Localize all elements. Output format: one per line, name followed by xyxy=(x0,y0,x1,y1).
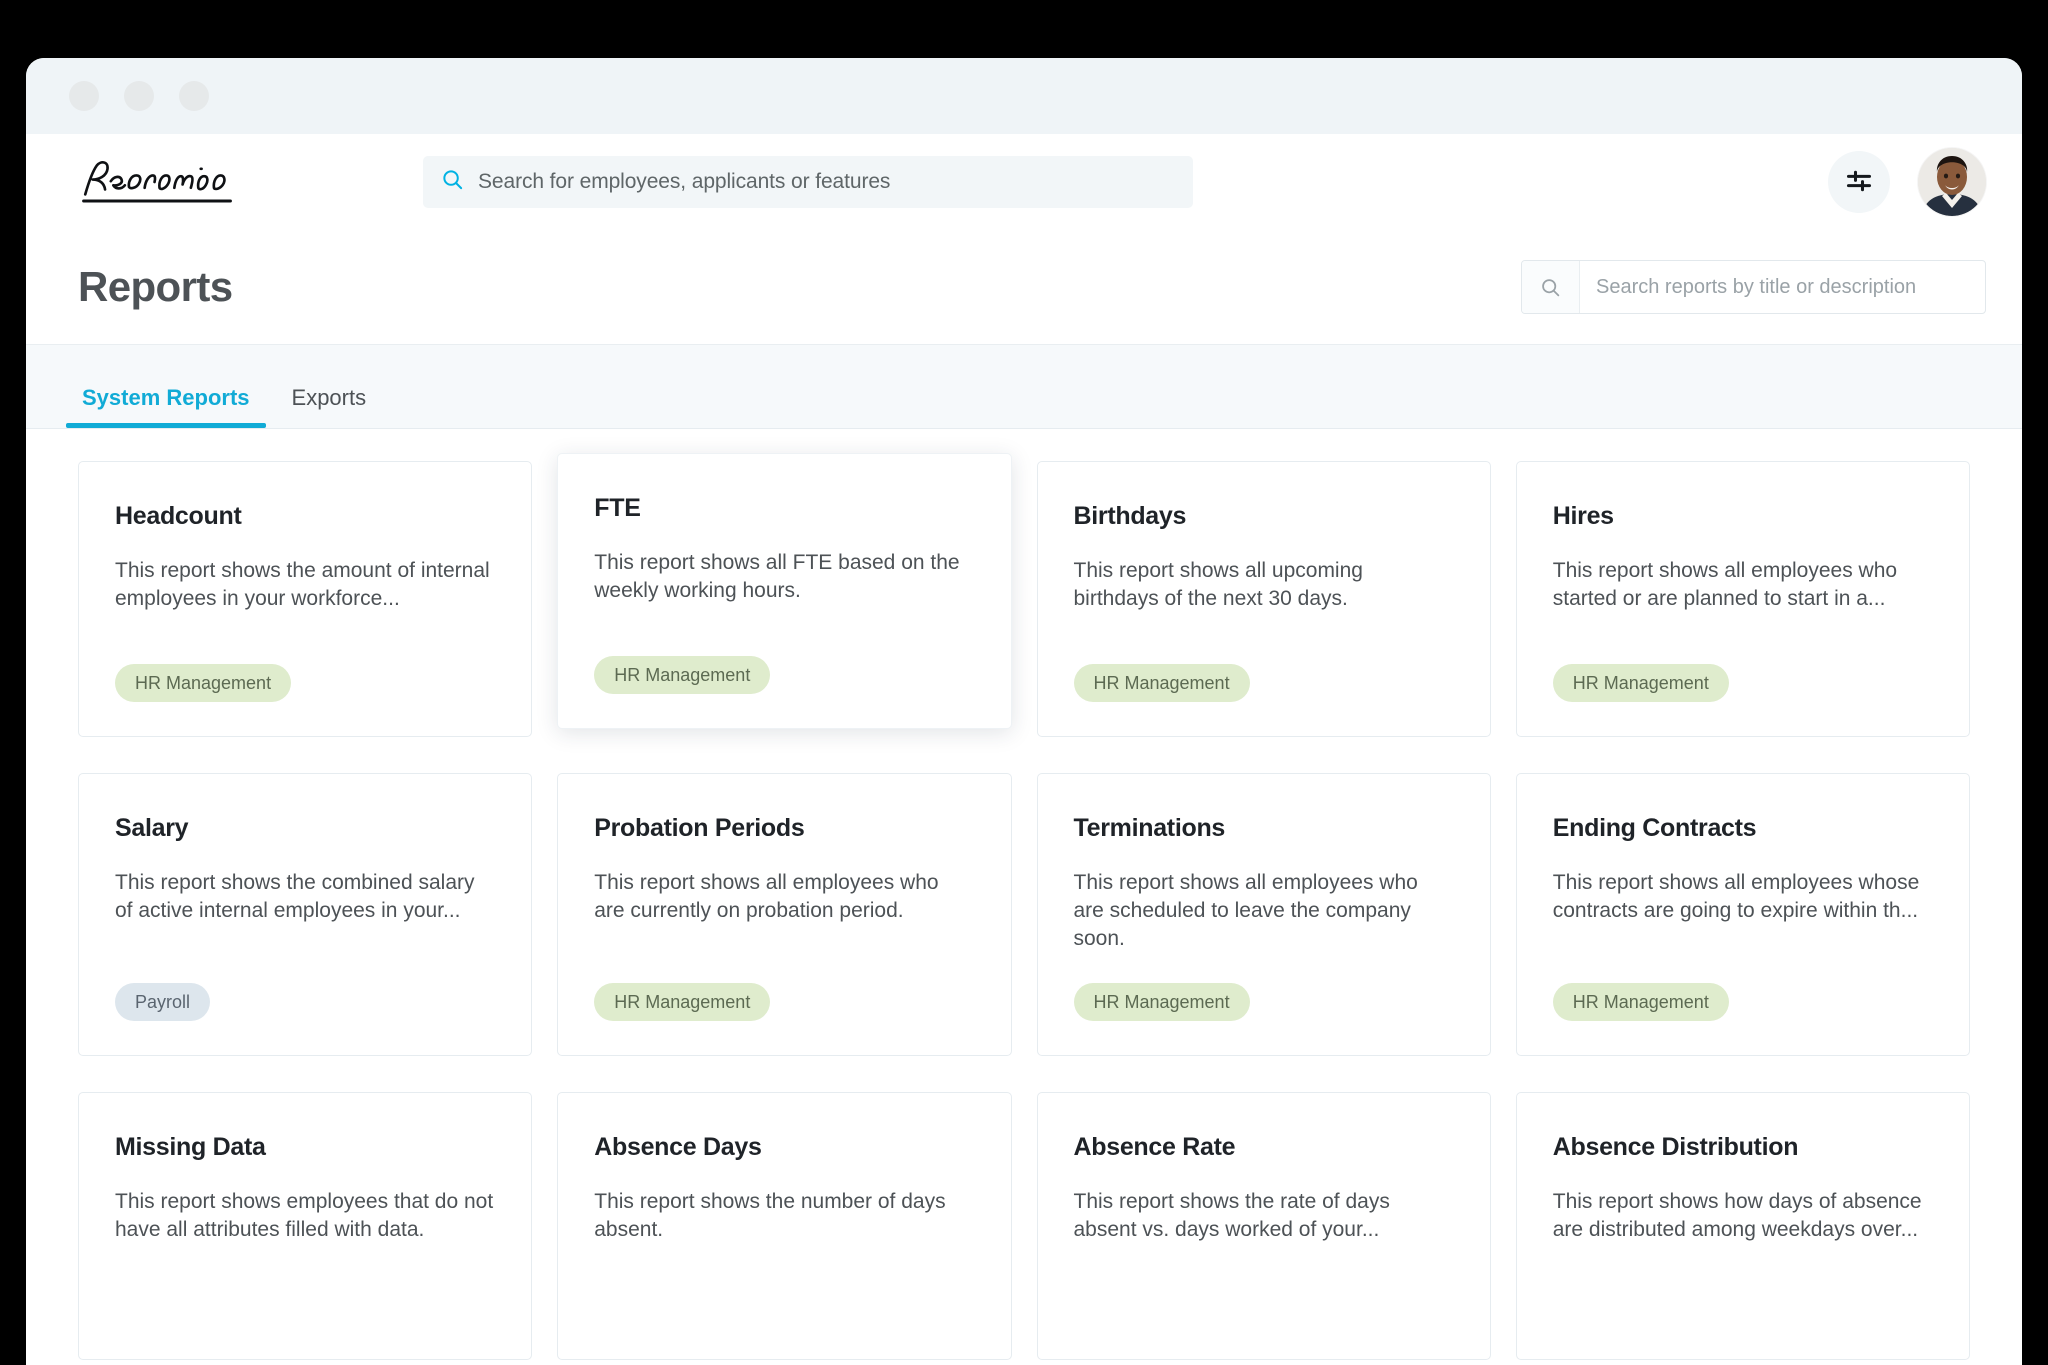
report-card-description: This report shows the rate of days absen… xyxy=(1073,1189,1390,1241)
report-category-badge: HR Management xyxy=(1073,982,1250,1021)
report-card[interactable]: Missing Data This report shows employees … xyxy=(78,1091,533,1360)
report-card-title: Probation Periods xyxy=(594,814,805,842)
browser-window: Search for employees, applicants or feat… xyxy=(26,58,2022,1365)
report-card[interactable]: Birthdays This report shows all upcoming … xyxy=(1036,461,1491,737)
report-card-description: This report shows all FTE based on the w… xyxy=(594,551,960,602)
report-card-description: This report shows the number of days abs… xyxy=(594,1189,946,1241)
page-title: Reports xyxy=(78,263,233,310)
report-card-title: Missing Data xyxy=(115,1132,266,1161)
global-search-placeholder: Search for employees, applicants or feat… xyxy=(478,170,891,193)
report-category-badge: Payroll xyxy=(115,982,211,1021)
report-card-title: Absence Rate xyxy=(1073,1132,1236,1161)
report-card[interactable]: Salary This report shows the combined sal… xyxy=(78,773,533,1056)
app-top-bar-actions xyxy=(1828,148,1986,216)
report-card-title: Absence Distribution xyxy=(1552,1132,1799,1161)
sliders-icon xyxy=(1845,167,1873,198)
personio-logo[interactable] xyxy=(77,158,242,206)
report-card[interactable]: Absence Distribution This report shows ho… xyxy=(1515,1091,1970,1360)
report-card-title: Ending Contracts xyxy=(1552,814,1757,842)
report-card-title: Hires xyxy=(1552,502,1614,530)
report-card[interactable]: Absence Days This report shows the number… xyxy=(557,1091,1012,1360)
window-minimize-dot[interactable] xyxy=(124,81,154,111)
report-card[interactable]: Terminations This report shows all employ… xyxy=(1036,773,1491,1056)
report-card[interactable]: Probation Periods This report shows all e… xyxy=(557,773,1012,1056)
report-category-badge: HR Management xyxy=(594,982,771,1021)
report-card-title: Headcount xyxy=(115,502,242,530)
report-category-badge: HR Management xyxy=(1073,664,1250,702)
report-card-title: Salary xyxy=(115,814,189,842)
screenshot-stage: Search for employees, applicants or feat… xyxy=(0,0,2048,1365)
report-card[interactable]: FTE This report shows all FTE based on th… xyxy=(557,453,1012,729)
tab-bar: System Reports Exports xyxy=(26,345,2022,429)
reports-grid: Headcount This report shows the amount of… xyxy=(78,453,1970,1360)
browser-chrome-bar xyxy=(26,58,2022,134)
report-card-description: This report shows all employees whose co… xyxy=(1552,871,1920,922)
report-card-description: This report shows all upcoming birthdays… xyxy=(1073,559,1363,610)
tab-system-reports[interactable]: System Reports xyxy=(66,385,266,428)
report-category-badge: HR Management xyxy=(115,664,292,702)
report-card-title: FTE xyxy=(594,494,641,522)
report-card[interactable]: Headcount This report shows the amount of… xyxy=(78,461,533,737)
report-category-badge: HR Management xyxy=(1552,982,1729,1021)
global-search-bar[interactable]: Search for employees, applicants or feat… xyxy=(423,156,1193,208)
report-card-description: This report shows all employees who are … xyxy=(594,871,939,922)
report-card-title: Terminations xyxy=(1073,814,1226,842)
report-card-description: This report shows all employees who star… xyxy=(1552,559,1898,610)
report-card-title: Birthdays xyxy=(1073,502,1187,530)
tab-exports[interactable]: Exports xyxy=(276,385,383,428)
report-card-description: This report shows the amount of internal… xyxy=(115,559,490,610)
report-card-description: This report shows the combined salary of… xyxy=(115,871,475,922)
sliders-settings-button[interactable] xyxy=(1828,151,1890,213)
report-card-title: Absence Days xyxy=(594,1132,762,1161)
page-header: Reports xyxy=(26,230,2022,345)
window-maximize-dot[interactable] xyxy=(179,81,209,111)
report-card[interactable]: Hires This report shows all employees who… xyxy=(1515,461,1970,737)
report-search-box[interactable] xyxy=(1521,260,1986,314)
report-card-description: This report shows employees that do not … xyxy=(115,1189,494,1241)
search-icon xyxy=(1522,261,1580,313)
user-avatar[interactable] xyxy=(1918,148,1986,216)
report-card-description: This report shows how days of absence ar… xyxy=(1552,1189,1922,1241)
report-card[interactable]: Absence Rate This report shows the rate o… xyxy=(1036,1091,1491,1360)
report-category-badge: HR Management xyxy=(594,656,771,694)
report-card[interactable]: Ending Contracts This report shows all em… xyxy=(1515,773,1970,1056)
window-close-dot[interactable] xyxy=(69,81,99,111)
report-card-description: This report shows all employees who are … xyxy=(1073,871,1418,950)
report-search-input[interactable] xyxy=(1580,261,1985,313)
reports-content: Headcount This report shows the amount of… xyxy=(26,429,2022,1365)
report-category-badge: HR Management xyxy=(1552,664,1729,702)
search-icon xyxy=(441,168,464,196)
app-top-bar: Search for employees, applicants or feat… xyxy=(26,134,2022,230)
